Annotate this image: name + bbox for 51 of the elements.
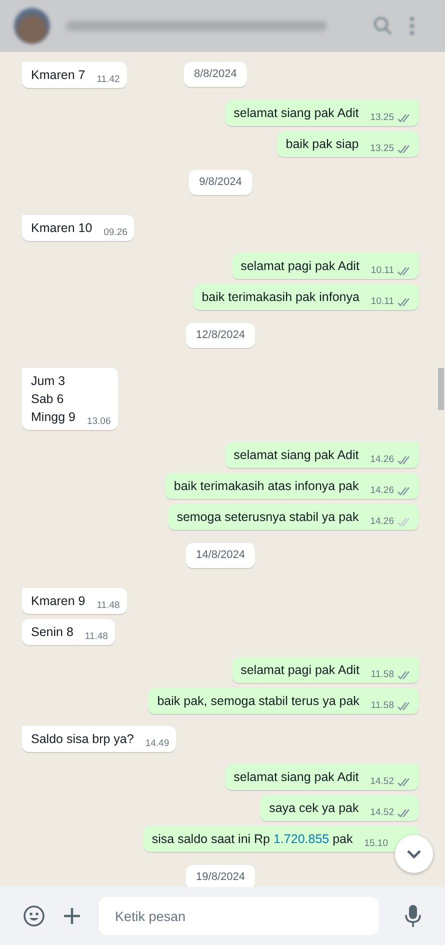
message-time: 11.58 <box>370 669 394 681</box>
message-time: 11.58 <box>370 700 394 712</box>
message-time: 10.11 <box>370 296 394 308</box>
message-time: 11.48 <box>84 631 108 643</box>
message-time: 10.11 <box>370 265 394 277</box>
message-time: 14.52 <box>370 776 394 788</box>
message-time: 11.48 <box>96 600 120 612</box>
message-text: Jum 3 Sab 6 Mingg 9 <box>31 374 76 424</box>
message-time: 09.26 <box>104 227 128 239</box>
message-time: 14.26 <box>370 454 394 466</box>
message-time: 11.42 <box>96 74 120 86</box>
message-text: baik pak, semoga stabil terus ya pak <box>157 694 360 708</box>
message-text: Kmaren 10 <box>31 221 92 235</box>
message-text: Saldo sisa brp ya? <box>31 732 134 746</box>
message-input[interactable]: Ketik pesan <box>99 897 379 935</box>
microphone-icon[interactable] <box>405 905 421 927</box>
message-text: pak <box>332 832 353 846</box>
message-text: semoga seterusnya stabil ya pak <box>176 510 359 524</box>
message-text: selamat pagi pak Adit <box>240 663 360 677</box>
date-chip: 8/8/2024 <box>184 62 247 87</box>
scrollbar-thumb[interactable] <box>438 368 444 410</box>
avatar[interactable] <box>14 8 50 44</box>
date-chip: 14/8/2024 <box>186 543 255 568</box>
message-text: selamat siang pak Adit <box>234 448 359 462</box>
message-text: sisa saldo saat ini Rp <box>152 832 272 846</box>
message-time: 13.25 <box>370 112 394 124</box>
message-time: 14.52 <box>370 807 394 819</box>
date-chip: 19/8/2024 <box>186 865 255 887</box>
number-link[interactable]: 1.720.855 <box>273 832 330 846</box>
date-chip: 12/8/2024 <box>186 323 255 348</box>
message-text: baik pak siap <box>286 137 359 151</box>
message-text: selamat siang pak Adit <box>234 770 359 784</box>
message-text: Senin 8 <box>31 625 74 639</box>
message-text: baik terimakasih pak infonya <box>202 290 360 304</box>
message-text: saya cek ya pak <box>269 801 359 815</box>
message-text: baik terimakasih atas infonya pak <box>174 479 359 493</box>
emoji-icon[interactable] <box>23 905 45 927</box>
message-text: selamat pagi pak Adit <box>240 259 360 273</box>
date-chip: 9/8/2024 <box>189 170 252 195</box>
scroll-down-button[interactable] <box>395 835 433 873</box>
chevron-down-icon <box>406 849 422 859</box>
message-time: 14.49 <box>145 738 170 750</box>
message-text: Kmaren 9 <box>31 594 86 608</box>
message-time: 13.25 <box>370 143 394 155</box>
message-text: Kmaren 7 <box>31 68 86 82</box>
plus-icon[interactable] <box>63 907 81 925</box>
message-text: selamat siang pak Adit <box>234 106 359 120</box>
message-time: 14.26 <box>370 485 394 497</box>
message-time: 14.26 <box>370 516 394 528</box>
message-time: 15.10 <box>364 838 388 850</box>
message-time: 13.06 <box>86 416 111 428</box>
